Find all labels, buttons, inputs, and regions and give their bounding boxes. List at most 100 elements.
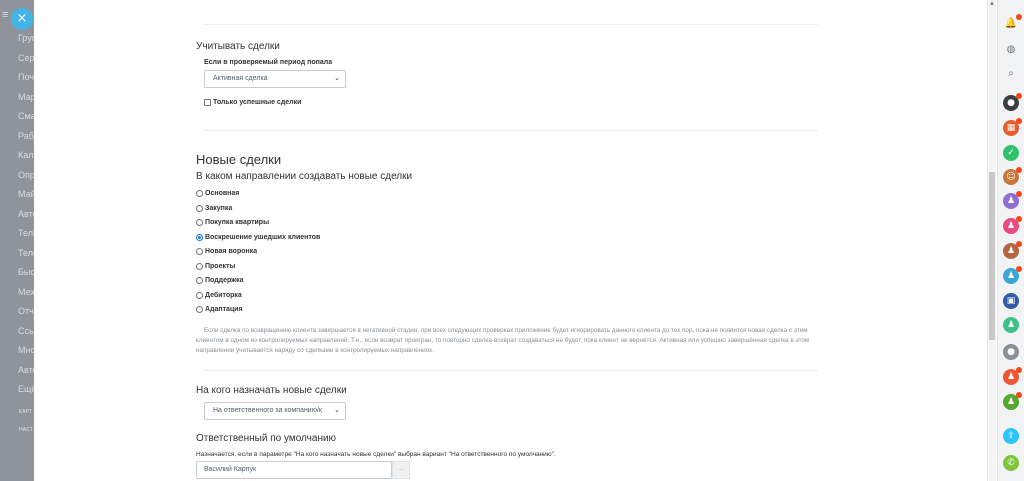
divider (204, 130, 818, 131)
bell-icon[interactable]: 🔔 (1003, 14, 1022, 32)
search-icon[interactable]: ⌕ (1003, 66, 1019, 82)
photo-avatar-icon[interactable]: ● (1003, 344, 1019, 360)
left-menu-item[interactable]: Опро (18, 170, 34, 180)
radio-button[interactable] (196, 277, 203, 284)
group-icon-glyph: ☺ (1006, 172, 1016, 182)
left-menu-small-item[interactable]: КАРТ (19, 409, 32, 415)
direction-option[interactable]: Проекты (196, 262, 236, 270)
direction-option-label: Адаптация (205, 306, 243, 313)
user-group-icon-glyph: ♟ (1006, 246, 1016, 256)
left-menu-item[interactable]: Груп (18, 33, 34, 43)
only-success-label: Только успешные сделки (213, 99, 302, 106)
share-icon[interactable]: ⇪ (1003, 428, 1019, 444)
user-group-icon-glyph: ♟ (1006, 271, 1016, 281)
direction-option-label: Основная (205, 190, 240, 197)
direction-option[interactable]: Покупка квартиры (196, 219, 269, 226)
user-icon-glyph: ♟ (1006, 372, 1016, 382)
direction-option-label: Проекты (205, 262, 236, 270)
radio-button[interactable] (196, 306, 203, 313)
left-menu-item[interactable]: Теле (18, 248, 34, 258)
user-icon[interactable]: ♟ (1003, 317, 1019, 333)
direction-option-label: Воскрешение ушедших клиентов (205, 233, 321, 241)
avatar-icon[interactable]: ● (1003, 93, 1022, 111)
radio-button[interactable] (196, 190, 203, 197)
radio-button[interactable] (196, 262, 203, 270)
group-icon[interactable]: ☺ (1003, 167, 1022, 185)
photo-avatar-icon-glyph: ● (1007, 347, 1015, 357)
radio-button[interactable] (196, 291, 203, 299)
calendar-icon-glyph: ▦ (1006, 123, 1016, 133)
left-menu-item[interactable]: Кале (18, 150, 34, 160)
direction-option-label: Поддержка (205, 277, 244, 284)
direction-option[interactable]: Новая воронка (196, 248, 257, 255)
checkbox-box[interactable] (204, 99, 211, 106)
direction-option[interactable]: Основная (196, 190, 239, 197)
radio-button[interactable] (196, 204, 203, 212)
user-icon[interactable]: ♟ (1003, 191, 1022, 209)
panel-scrollbar[interactable]: ▲ (987, 0, 996, 481)
messenger-icon-glyph: ◍ (1006, 44, 1016, 55)
deals-section-title: Учитывать сделки (196, 41, 280, 52)
left-menu-small-item[interactable]: НАСТ (19, 427, 33, 433)
direction-option[interactable]: Дебиторка (196, 291, 242, 299)
direction-option[interactable]: Воскрешение ушедших клиентов (196, 233, 321, 241)
notification-badge (1016, 118, 1022, 124)
left-menu-item[interactable]: Авто (18, 209, 34, 219)
user-icon[interactable]: ♟ (1003, 367, 1022, 385)
user-icon-glyph: ♟ (1006, 320, 1016, 330)
user-icon-glyph: ♟ (1006, 196, 1016, 206)
period-select[interactable]: Активная сделка ⌄ (204, 70, 346, 88)
scrollbar-thumb[interactable] (989, 172, 995, 340)
task-icon[interactable]: ✓ (1003, 145, 1019, 161)
period-select-value: Активная сделка (213, 75, 268, 82)
choose-responsible-button[interactable]: ... (392, 461, 410, 479)
calendar-icon[interactable]: ▦ (1003, 118, 1022, 136)
user-group-icon[interactable]: ♟ (1003, 241, 1022, 259)
messenger-icon[interactable]: ◍ (1003, 42, 1019, 58)
left-menu-item[interactable]: Авто (18, 365, 34, 375)
radio-button[interactable] (196, 233, 203, 241)
user-group-icon[interactable]: ♟ (1003, 216, 1022, 234)
left-menu-item[interactable]: Ссыл (18, 326, 34, 336)
left-menu: ≡ ГрупСервПочтМаркСмарРабоКалеОпроМайлАв… (0, 0, 34, 481)
search-icon-glyph: ⌕ (1008, 68, 1014, 79)
radio-button[interactable] (196, 248, 203, 255)
org-icon-glyph: ▣ (1006, 296, 1016, 306)
notification-badge (1016, 392, 1022, 398)
direction-option-label: Новая воронка (205, 248, 258, 255)
chevron-down-icon: ⌄ (334, 75, 340, 82)
avatar-icon-glyph: ● (1007, 98, 1015, 108)
left-menu-item[interactable]: Быст (18, 267, 34, 277)
assign-select[interactable]: На ответственного за компанию/к ⌄ (204, 402, 346, 420)
direction-option-label: Покупка квартиры (205, 219, 270, 226)
left-menu-item[interactable]: Серв (18, 53, 34, 63)
notification-badge (1016, 167, 1022, 173)
radio-button[interactable] (196, 219, 203, 226)
left-menu-item[interactable]: Рабо (18, 131, 34, 141)
left-menu-item[interactable]: Марк (18, 92, 34, 102)
user-icon[interactable]: ♟ (1003, 392, 1022, 410)
share-icon-glyph: ⇪ (1007, 431, 1015, 441)
left-menu-item[interactable]: Майл (18, 189, 34, 199)
direction-option[interactable]: Адаптация (196, 306, 243, 313)
org-icon[interactable]: ▣ (1003, 293, 1019, 309)
left-menu-item[interactable]: Смар (18, 111, 34, 121)
only-success-checkbox[interactable]: Только успешные сделки (204, 99, 301, 106)
assign-select-value: На ответственного за компанию/к (213, 407, 322, 414)
left-menu-item[interactable]: Почт (18, 72, 34, 82)
phone-icon[interactable]: ✆ (1003, 455, 1019, 471)
left-menu-item[interactable]: Отч (18, 306, 34, 316)
divider (204, 24, 818, 25)
left-menu-item[interactable]: Ещё (18, 384, 34, 394)
direction-option[interactable]: Закупка (196, 204, 232, 212)
user-group-icon[interactable]: ♟ (1003, 266, 1022, 284)
left-menu-item[interactable]: ТелР (18, 228, 34, 238)
direction-option[interactable]: Поддержка (196, 277, 244, 284)
left-menu-item[interactable]: Мно (18, 345, 34, 355)
user-icon-glyph: ♟ (1006, 397, 1016, 407)
responsible-input[interactable]: Василий Карпук (196, 461, 392, 479)
left-menu-item[interactable]: Меж (18, 287, 34, 297)
scroll-up-icon[interactable]: ▲ (989, 1, 995, 7)
close-slider-button[interactable]: × (11, 8, 33, 30)
bell-icon-glyph: 🔔 (1004, 18, 1018, 29)
